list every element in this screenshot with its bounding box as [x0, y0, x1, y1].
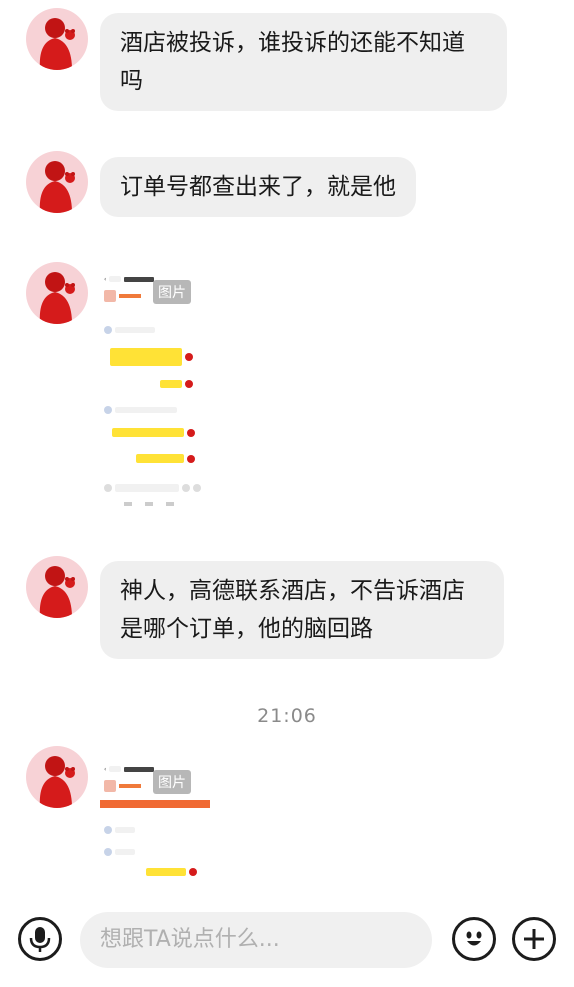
avatar[interactable]: [26, 262, 88, 324]
mini-row: [104, 826, 135, 834]
mini-row: [160, 380, 193, 388]
mini-row: [112, 428, 195, 437]
message-bubble[interactable]: 酒店被投诉，谁投诉的还能不知道吗: [100, 13, 507, 111]
mini-row: [146, 868, 197, 876]
avatar-figure-icon: [39, 161, 75, 213]
emoji-icon: [466, 931, 482, 946]
voice-button[interactable]: [18, 917, 62, 961]
mini-status-bar: [100, 752, 210, 762]
mini-row: [104, 326, 155, 334]
mini-input-bar: [104, 484, 201, 492]
avatar[interactable]: [26, 746, 88, 808]
image-message[interactable]: ‹ 图片: [100, 262, 210, 514]
avatar[interactable]: [26, 151, 88, 213]
avatar-figure-icon: [39, 756, 75, 808]
image-badge: 图片: [153, 770, 191, 794]
mini-nav-bar: [124, 502, 174, 506]
microphone-icon: [29, 927, 51, 952]
avatar-figure-icon: [39, 272, 75, 324]
plus-icon: [524, 929, 544, 949]
mini-warning-bar: [100, 800, 210, 808]
add-button[interactable]: [512, 917, 556, 961]
mini-order-card: [104, 290, 141, 302]
image-message[interactable]: ‹ 图片: [100, 752, 210, 900]
avatar[interactable]: [26, 8, 88, 70]
message-bubble[interactable]: 订单号都查出来了，就是他: [100, 157, 416, 217]
mini-row: [110, 348, 193, 366]
mini-order-card: [104, 780, 141, 792]
avatar-figure-icon: [39, 566, 75, 618]
chat-area: 酒店被投诉，谁投诉的还能不知道吗 订单号都查出来了，就是他 ‹ 图片 神人，高德…: [0, 0, 574, 900]
time-divider: 21:06: [257, 705, 317, 727]
message-input[interactable]: 想跟TA说点什么...: [80, 912, 432, 968]
mini-row: [104, 406, 177, 414]
avatar[interactable]: [26, 556, 88, 618]
mini-row: [136, 454, 195, 463]
mini-row: [104, 848, 135, 856]
avatar-figure-icon: [39, 18, 75, 70]
mini-status-bar: [100, 262, 210, 272]
message-bubble[interactable]: 神人，高德联系酒店，不告诉酒店是哪个订单，他的脑回路: [100, 561, 504, 659]
emoji-button[interactable]: [452, 917, 496, 961]
image-badge: 图片: [153, 280, 191, 304]
